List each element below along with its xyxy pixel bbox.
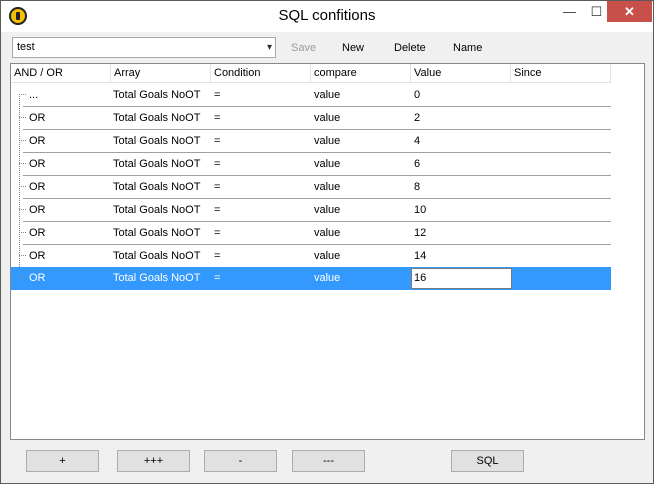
column-header-array[interactable]: Array: [111, 64, 211, 83]
cell-compare[interactable]: value: [311, 84, 340, 106]
column-header-andor[interactable]: AND / OR: [11, 64, 111, 83]
cell-array[interactable]: Total Goals NoOT: [110, 245, 200, 267]
cell-value[interactable]: 0: [411, 84, 420, 106]
table-row[interactable]: OR Total Goals NoOT = value 2: [11, 107, 611, 130]
tree-branch: [19, 209, 26, 210]
table-row[interactable]: OR Total Goals NoOT = value 12: [11, 222, 611, 245]
cell-value[interactable]: 12: [411, 222, 426, 244]
cell-compare[interactable]: value: [311, 107, 340, 129]
cell-condition[interactable]: =: [211, 222, 220, 244]
cell-value[interactable]: 14: [411, 245, 426, 267]
query-select[interactable]: test ▾: [12, 37, 276, 58]
tree-branch: [19, 255, 26, 256]
cell-condition[interactable]: =: [211, 267, 220, 289]
cell-value[interactable]: 4: [411, 130, 420, 152]
save-button[interactable]: Save: [291, 42, 316, 54]
table-row[interactable]: OR Total Goals NoOT = value 8: [11, 176, 611, 199]
tree-branch: [19, 277, 26, 278]
cell-compare[interactable]: value: [311, 176, 340, 198]
cell-condition[interactable]: =: [211, 176, 220, 198]
sql-button[interactable]: SQL: [451, 450, 524, 472]
cell-compare[interactable]: value: [311, 245, 340, 267]
cell-since[interactable]: [511, 130, 514, 152]
cell-compare[interactable]: value: [311, 267, 340, 289]
query-select-value: test: [17, 41, 35, 53]
cell-condition[interactable]: =: [211, 153, 220, 175]
remove-multiple-button[interactable]: ---: [292, 450, 365, 472]
new-button[interactable]: New: [342, 42, 364, 54]
cell-andor[interactable]: OR: [26, 199, 46, 221]
cell-since[interactable]: [511, 176, 514, 198]
column-header-compare[interactable]: compare: [311, 64, 411, 83]
cell-condition[interactable]: =: [211, 84, 220, 106]
sql-conditions-window: SQL confitions — ☐ ✕ test ▾ Save New Del…: [0, 0, 654, 484]
cell-andor[interactable]: OR: [26, 245, 46, 267]
cell-compare[interactable]: value: [311, 130, 340, 152]
cell-compare[interactable]: value: [311, 199, 340, 221]
cell-condition[interactable]: =: [211, 130, 220, 152]
name-button[interactable]: Name: [453, 42, 482, 54]
cell-value[interactable]: 10: [411, 199, 426, 221]
grid-header: AND / OR Array Condition compare Value S…: [11, 64, 611, 83]
tree-branch: [19, 163, 26, 164]
tree-branch: [19, 140, 26, 141]
delete-button[interactable]: Delete: [394, 42, 426, 54]
chevron-down-icon: ▾: [266, 42, 272, 53]
cell-condition[interactable]: =: [211, 199, 220, 221]
minimize-button[interactable]: —: [556, 1, 583, 22]
column-header-since[interactable]: Since: [511, 64, 611, 83]
cell-value[interactable]: 2: [411, 107, 420, 129]
table-row[interactable]: OR Total Goals NoOT = value 14: [11, 245, 611, 268]
cell-compare[interactable]: value: [311, 153, 340, 175]
cell-andor[interactable]: ...: [26, 84, 38, 106]
cell-value[interactable]: 8: [411, 176, 420, 198]
cell-since[interactable]: [511, 245, 514, 267]
cell-since[interactable]: [511, 199, 514, 221]
cell-array[interactable]: Total Goals NoOT: [110, 130, 200, 152]
cell-andor[interactable]: OR: [26, 130, 46, 152]
cell-array[interactable]: Total Goals NoOT: [110, 84, 200, 106]
value-edit-input[interactable]: 16: [411, 268, 512, 289]
cell-since[interactable]: [511, 153, 514, 175]
maximize-button[interactable]: ☐: [583, 1, 610, 22]
cell-array[interactable]: Total Goals NoOT: [110, 222, 200, 244]
tree-branch: [19, 94, 26, 95]
toolbar: test ▾ Save New Delete Name: [1, 32, 653, 62]
column-header-value[interactable]: Value: [411, 64, 511, 83]
cell-since[interactable]: [511, 84, 514, 106]
table-row[interactable]: ... Total Goals NoOT = value 0: [11, 84, 611, 107]
tree-branch: [19, 117, 26, 118]
table-row-selected[interactable]: OR Total Goals NoOT = value 16: [11, 267, 611, 290]
cell-value[interactable]: 6: [411, 153, 420, 175]
close-button[interactable]: ✕: [607, 1, 652, 22]
cell-andor[interactable]: OR: [26, 267, 46, 289]
cell-condition[interactable]: =: [211, 245, 220, 267]
cell-array[interactable]: Total Goals NoOT: [110, 153, 200, 175]
cell-since[interactable]: [511, 222, 514, 244]
add-condition-button[interactable]: +: [26, 450, 99, 472]
table-row[interactable]: OR Total Goals NoOT = value 6: [11, 153, 611, 176]
table-row[interactable]: OR Total Goals NoOT = value 4: [11, 130, 611, 153]
cell-since[interactable]: [511, 267, 514, 289]
remove-condition-button[interactable]: -: [204, 450, 277, 472]
column-header-condition[interactable]: Condition: [211, 64, 311, 83]
cell-array[interactable]: Total Goals NoOT: [110, 176, 200, 198]
cell-andor[interactable]: OR: [26, 107, 46, 129]
title-bar[interactable]: SQL confitions — ☐ ✕: [1, 1, 653, 32]
cell-andor[interactable]: OR: [26, 176, 46, 198]
cell-andor[interactable]: OR: [26, 222, 46, 244]
cell-andor[interactable]: OR: [26, 153, 46, 175]
cell-condition[interactable]: =: [211, 107, 220, 129]
tree-branch: [19, 186, 26, 187]
cell-array[interactable]: Total Goals NoOT: [110, 107, 200, 129]
cell-array[interactable]: Total Goals NoOT: [110, 267, 200, 289]
conditions-grid[interactable]: AND / OR Array Condition compare Value S…: [10, 63, 645, 440]
tree-branch: [19, 232, 26, 233]
table-row[interactable]: OR Total Goals NoOT = value 10: [11, 199, 611, 222]
cell-compare[interactable]: value: [311, 222, 340, 244]
cell-array[interactable]: Total Goals NoOT: [110, 199, 200, 221]
cell-since[interactable]: [511, 107, 514, 129]
add-multiple-button[interactable]: +++: [117, 450, 190, 472]
